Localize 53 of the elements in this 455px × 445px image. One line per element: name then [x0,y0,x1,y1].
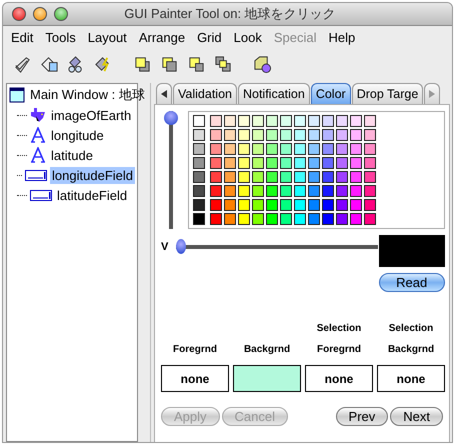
slot-label: Foregrnd [317,344,361,357]
slot-label: Foregrnd [173,344,217,357]
slider-thumb[interactable] [164,111,178,125]
menu-item[interactable]: Grid [197,30,222,45]
text-field-icon [30,188,52,202]
slot-label: Selection [388,323,434,336]
right-arrow-icon [429,90,436,98]
send-backward-icon[interactable] [214,54,233,74]
scroll-right-button[interactable] [424,83,440,104]
menu-item[interactable]: Look [234,30,262,45]
tab[interactable]: Notification [238,83,310,104]
window-title: GUI Painter Tool on: 地球をクリック [123,5,337,23]
tree-item[interactable]: imageOfEarth [49,106,134,124]
window-icon [9,87,25,103]
tree-item[interactable]: longitudeField [50,166,135,184]
color-value-box[interactable]: none [161,365,229,392]
color-palette[interactable] [188,111,445,229]
slot-label: Backgrnd [244,344,290,357]
letter-a-icon [30,147,46,163]
slider-thumb[interactable] [176,239,186,254]
left-arrow-icon [161,90,167,98]
bring-to-front-icon[interactable] [133,54,152,74]
send-to-back-icon[interactable] [160,54,179,74]
color-swatch[interactable] [233,365,301,392]
zoom-button[interactable] [54,7,68,21]
color-value-box[interactable]: none [305,365,373,392]
menu-item[interactable]: Arrange [138,30,186,45]
tab[interactable]: Validation [173,83,237,104]
action-button[interactable]: Prev [336,407,388,426]
tree-item[interactable]: latitude [49,146,95,164]
action-button[interactable]: Next [390,407,443,426]
menu-item[interactable]: Tools [45,30,76,45]
menu-item[interactable]: Help [328,30,356,45]
pencil-icon[interactable] [13,54,32,74]
close-button[interactable] [12,7,26,21]
minimize-button[interactable] [33,7,47,21]
bring-forward-icon[interactable] [187,54,206,74]
letter-a-icon [30,127,46,143]
tab[interactable]: Drop Targe [352,83,424,104]
scroll-left-button[interactable] [156,83,172,104]
menu-item[interactable]: Layout [88,30,127,45]
tree-item[interactable]: latitudeField [55,186,130,204]
tree-item[interactable]: Main Window : 地球 [28,85,147,105]
map-shape-icon [30,107,46,123]
tree-item[interactable]: longitude [49,126,106,144]
slot-label: Backgrnd [388,344,434,357]
menu-item[interactable]: Edit [11,30,34,45]
text-field-icon [25,168,48,182]
read-button[interactable]: Read [378,273,445,292]
slider-label: V [161,240,168,252]
color-value-box[interactable]: none [377,365,445,392]
slot-label: Selection [316,323,362,336]
tab[interactable]: Color [310,83,351,104]
